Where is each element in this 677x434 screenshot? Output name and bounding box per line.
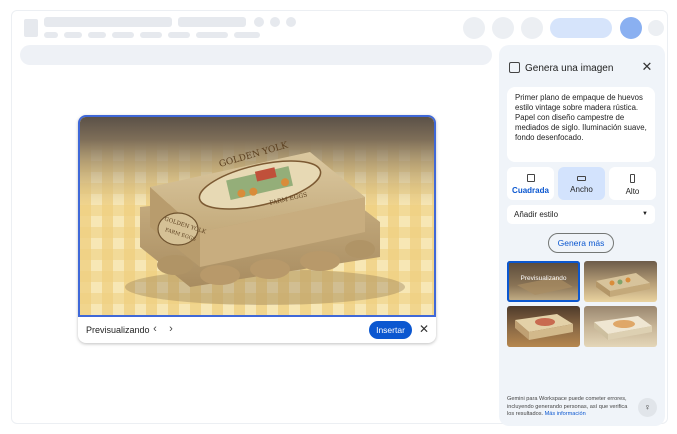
dropdown-caret-icon: ▼: [642, 211, 648, 217]
thumbnail-4-image: [594, 316, 652, 340]
toolbar-dot: [270, 17, 280, 27]
disclaimer-text: Gemini para Workspace puede cometer erro…: [507, 396, 629, 419]
next-icon[interactable]: ›: [164, 322, 178, 336]
toolbar-button[interactable]: [463, 17, 485, 39]
document-window: GOLDEN YOLK FARM EGGS GOLDEN YOLK FARM E…: [11, 10, 668, 426]
menu-placeholder: [44, 32, 58, 38]
egg-carton-image: GOLDEN YOLK FARM EGGS GOLDEN YOLK FARM E…: [80, 117, 434, 315]
image-generate-icon: [509, 62, 520, 73]
avatar[interactable]: [620, 17, 642, 39]
close-panel-icon[interactable]: ✕: [639, 59, 655, 75]
add-style-dropdown[interactable]: Añadir estilo ▼: [507, 205, 655, 224]
share-button[interactable]: [550, 18, 612, 38]
aspect-wide-label: Ancho: [570, 185, 593, 194]
prompt-input[interactable]: Primer plano de empaque de huevos estilo…: [507, 87, 655, 162]
doc-icon: [24, 19, 38, 37]
generate-more-button[interactable]: Genera más: [548, 233, 614, 253]
aspect-square-button[interactable]: Cuadrada: [507, 167, 554, 200]
preview-status-label: Previsualizando: [86, 325, 150, 335]
learn-more-link[interactable]: Más información: [545, 411, 586, 417]
toolbar-button[interactable]: [521, 17, 543, 39]
aspect-tall-label: Alto: [625, 187, 640, 196]
thumbnail-3-image: [515, 314, 573, 340]
preview-footer: Previsualizando ‹ › Insertar ✕: [78, 317, 436, 343]
aspect-square-label: Cuadrada: [512, 186, 549, 195]
menu-placeholder: [168, 32, 190, 38]
toolbar-dot: [286, 17, 296, 27]
previous-icon[interactable]: ‹: [148, 322, 162, 336]
insert-button[interactable]: Insertar: [369, 321, 412, 339]
menu-placeholder: [88, 32, 106, 38]
menu-placeholder: [140, 32, 162, 38]
menu-placeholder: [196, 32, 228, 38]
image-preview-card: GOLDEN YOLK FARM EGGS GOLDEN YOLK FARM E…: [78, 115, 436, 343]
portrait-icon: [630, 174, 635, 183]
menu-placeholder: [64, 32, 82, 38]
title-placeholder-2: [178, 17, 246, 27]
lightbulb-icon[interactable]: ♀: [638, 398, 657, 417]
generate-image-panel: Genera una imagen ✕ Primer plano de empa…: [499, 45, 665, 426]
panel-title: Genera una imagen: [525, 63, 614, 74]
thumbnail-3[interactable]: [507, 306, 580, 347]
square-icon: [526, 174, 535, 182]
toolbar-dot: [254, 17, 264, 27]
thumbnail-2-image: [596, 273, 650, 297]
title-placeholder: [44, 17, 172, 27]
thumbnail-1[interactable]: Previsualizando: [507, 261, 580, 302]
toolbar-strip: [20, 45, 492, 65]
toolbar-button[interactable]: [492, 17, 514, 39]
thumbnail-4[interactable]: [584, 306, 657, 347]
gemini-button[interactable]: [648, 20, 664, 36]
menu-placeholder: [112, 32, 134, 38]
thumbnail-preview-label: Previsualizando: [520, 275, 567, 282]
aspect-wide-button[interactable]: Ancho: [558, 167, 605, 200]
landscape-icon: [577, 176, 586, 181]
close-preview-icon[interactable]: ✕: [417, 322, 431, 336]
menu-placeholder: [234, 32, 260, 38]
add-style-label: Añadir estilo: [514, 210, 559, 219]
thumbnail-2[interactable]: [584, 261, 657, 302]
aspect-tall-button[interactable]: Alto: [609, 167, 656, 200]
generated-image-preview[interactable]: GOLDEN YOLK FARM EGGS GOLDEN YOLK FARM E…: [78, 115, 436, 317]
